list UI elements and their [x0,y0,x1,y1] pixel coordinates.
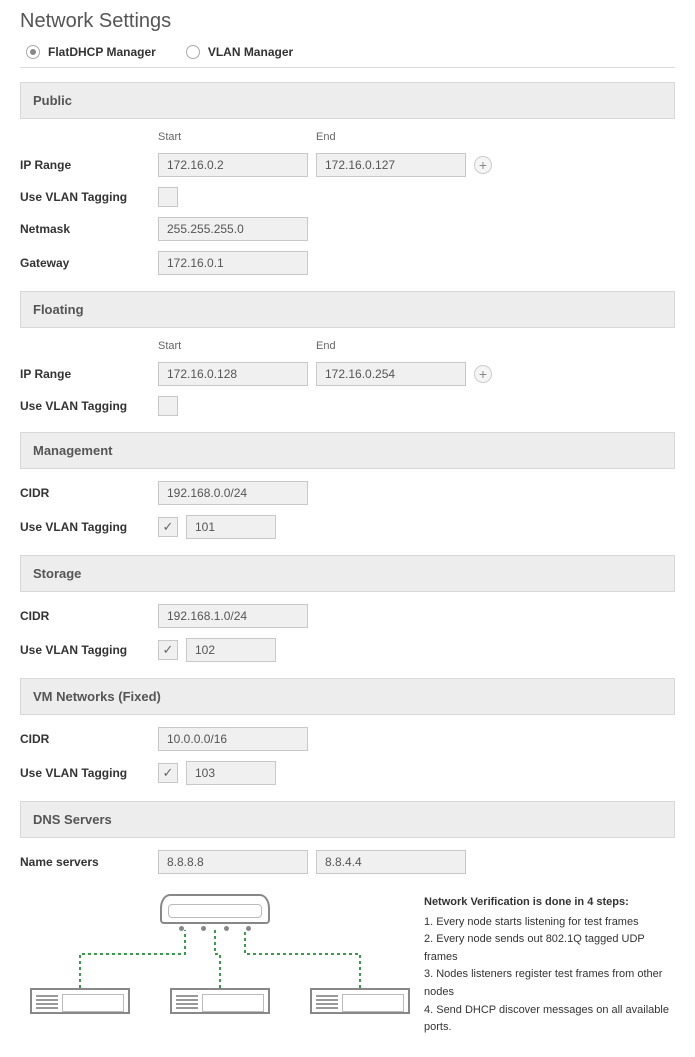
server-icon [310,988,410,1014]
storage-vlan-id-input[interactable] [186,638,276,662]
floating-vlan-label: Use VLAN Tagging [20,399,150,413]
floating-form: Start End IP Range + Use VLAN Tagging [20,340,675,416]
col-end-label: End [316,340,466,352]
divider [20,67,675,68]
management-cidr-label: CIDR [20,486,150,500]
public-vlan-checkbox[interactable] [158,187,178,207]
radio-circle-icon [186,45,200,59]
storage-cidr-label: CIDR [20,609,150,623]
network-diagram [20,894,400,1014]
storage-vlan-checkbox[interactable] [158,640,178,660]
verify-step3: 3. Nodes listeners register test frames … [424,966,675,1001]
section-header-dns: DNS Servers [20,801,675,838]
col-start-label: Start [158,131,308,143]
floating-vlan-checkbox[interactable] [158,396,178,416]
floating-ip-end-input[interactable] [316,362,466,386]
public-ip-end-input[interactable] [316,153,466,177]
plus-icon: + [479,367,487,381]
section-header-storage: Storage [20,555,675,592]
vmnet-vlan-label: Use VLAN Tagging [20,766,150,780]
management-vlan-label: Use VLAN Tagging [20,520,150,534]
page-title: Network Settings [20,10,675,33]
server-icon [170,988,270,1014]
dns-name-label: Name servers [20,855,150,869]
verify-step2: 2. Every node sends out 802.1Q tagged UD… [424,931,675,966]
management-cidr-input[interactable] [158,481,308,505]
verify-step4: 4. Send DHCP discover messages on all av… [424,1002,675,1037]
public-ip-range-label: IP Range [20,158,150,172]
section-header-floating: Floating [20,291,675,328]
verification-text: Network Verification is done in 4 steps:… [424,894,675,1037]
management-form: CIDR Use VLAN Tagging [20,481,675,539]
plus-icon: + [479,158,487,172]
management-vlan-id-input[interactable] [186,515,276,539]
verify-step1: 1. Every node starts listening for test … [424,914,675,932]
vmnet-vlan-checkbox[interactable] [158,763,178,783]
floating-ip-range-label: IP Range [20,367,150,381]
public-add-range-button[interactable]: + [474,156,492,174]
vmnet-cidr-input[interactable] [158,727,308,751]
storage-form: CIDR Use VLAN Tagging [20,604,675,662]
dns-ns1-input[interactable] [158,850,308,874]
manager-radio-group: FlatDHCP Manager VLAN Manager [20,45,675,59]
public-ip-start-input[interactable] [158,153,308,177]
switch-icon [160,894,270,924]
col-start-label: Start [158,340,308,352]
storage-vlan-label: Use VLAN Tagging [20,643,150,657]
dns-form: Name servers [20,850,675,874]
col-end-label: End [316,131,466,143]
radio-vlan-label: VLAN Manager [208,45,293,59]
vmnet-vlan-id-input[interactable] [186,761,276,785]
section-header-vmnet: VM Networks (Fixed) [20,678,675,715]
public-netmask-label: Netmask [20,222,150,236]
verify-heading: Network Verification is done in 4 steps: [424,894,675,912]
server-icon [30,988,130,1014]
radio-vlan[interactable]: VLAN Manager [186,45,293,59]
radio-circle-icon [26,45,40,59]
public-gateway-label: Gateway [20,256,150,270]
floating-ip-start-input[interactable] [158,362,308,386]
floating-add-range-button[interactable]: + [474,365,492,383]
public-vlan-label: Use VLAN Tagging [20,190,150,204]
dns-ns2-input[interactable] [316,850,466,874]
section-header-public: Public [20,82,675,119]
public-gateway-input[interactable] [158,251,308,275]
vmnet-cidr-label: CIDR [20,732,150,746]
public-form: Start End IP Range + Use VLAN Tagging Ne… [20,131,675,275]
storage-cidr-input[interactable] [158,604,308,628]
radio-flatdhcp[interactable]: FlatDHCP Manager [26,45,156,59]
section-header-management: Management [20,432,675,469]
public-netmask-input[interactable] [158,217,308,241]
management-vlan-checkbox[interactable] [158,517,178,537]
verification-row: Network Verification is done in 4 steps:… [20,894,675,1037]
radio-flatdhcp-label: FlatDHCP Manager [48,45,156,59]
vmnet-form: CIDR Use VLAN Tagging [20,727,675,785]
